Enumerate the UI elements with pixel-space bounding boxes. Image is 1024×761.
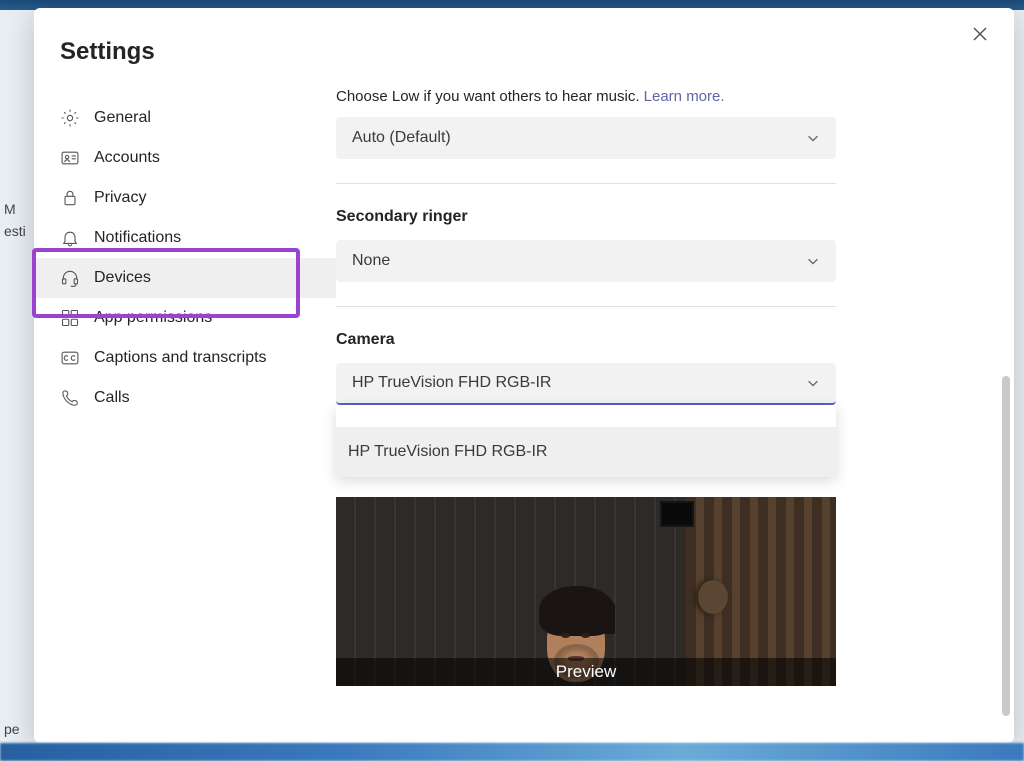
- gear-icon: [60, 108, 80, 128]
- page-title: Settings: [34, 38, 336, 66]
- sidebar-item-general[interactable]: General: [34, 98, 336, 138]
- learn-more-link[interactable]: Learn more.: [644, 88, 725, 105]
- sidebar-item-calls[interactable]: Calls: [34, 378, 336, 418]
- select-value: Auto (Default): [352, 129, 451, 147]
- camera-dropdown: HP TrueVision FHD RGB-IR: [336, 405, 836, 477]
- noise-suppression-hint: Choose Low if you want others to hear mu…: [336, 88, 836, 105]
- chevron-down-icon: [806, 131, 820, 145]
- settings-modal: Settings General Accounts Privacy: [34, 8, 1014, 743]
- camera-label: Camera: [336, 331, 836, 349]
- camera-select[interactable]: HP TrueVision FHD RGB-IR: [336, 363, 836, 405]
- background-text: M esti pe: [0, 60, 30, 743]
- settings-sidebar: Settings General Accounts Privacy: [34, 8, 336, 743]
- sidebar-item-label: Accounts: [94, 149, 160, 167]
- sidebar-item-accounts[interactable]: Accounts: [34, 138, 336, 178]
- secondary-ringer-label: Secondary ringer: [336, 208, 836, 226]
- sidebar-item-app-permissions[interactable]: App permissions: [34, 298, 336, 338]
- camera-option-hp[interactable]: HP TrueVision FHD RGB-IR: [336, 427, 836, 477]
- sidebar-item-label: Devices: [94, 269, 151, 287]
- sidebar-item-label: Calls: [94, 389, 130, 407]
- headset-icon: [60, 268, 80, 288]
- sidebar-item-privacy[interactable]: Privacy: [34, 178, 336, 218]
- sidebar-item-label: Privacy: [94, 189, 146, 207]
- phone-icon: [60, 388, 80, 408]
- settings-content: Choose Low if you want others to hear mu…: [336, 8, 1014, 743]
- sidebar-item-notifications[interactable]: Notifications: [34, 218, 336, 258]
- bell-icon: [60, 228, 80, 248]
- cc-icon: [60, 348, 80, 368]
- sidebar-item-label: Notifications: [94, 229, 181, 247]
- divider: [336, 183, 836, 184]
- window-bottom-stripe: [0, 743, 1024, 761]
- preview-caption: Preview: [336, 658, 836, 686]
- lock-icon: [60, 188, 80, 208]
- sidebar-item-label: General: [94, 109, 151, 127]
- sidebar-item-label: App permissions: [94, 309, 212, 327]
- chevron-down-icon: [806, 376, 820, 390]
- grid-icon: [60, 308, 80, 328]
- nav-list: General Accounts Privacy Notifications: [34, 98, 336, 418]
- select-value: None: [352, 252, 390, 270]
- scrollbar-thumb[interactable]: [1002, 376, 1010, 716]
- secondary-ringer-select[interactable]: None: [336, 240, 836, 282]
- id-card-icon: [60, 148, 80, 168]
- sidebar-item-captions[interactable]: Captions and transcripts: [34, 338, 336, 378]
- camera-preview: Preview: [336, 497, 836, 686]
- chevron-down-icon: [806, 254, 820, 268]
- sidebar-item-label: Captions and transcripts: [94, 349, 267, 367]
- noise-suppression-select[interactable]: Auto (Default): [336, 117, 836, 159]
- select-value: HP TrueVision FHD RGB-IR: [352, 374, 551, 392]
- divider: [336, 306, 836, 307]
- sidebar-item-devices[interactable]: Devices: [34, 258, 336, 298]
- dropdown-blank-option[interactable]: [336, 405, 836, 427]
